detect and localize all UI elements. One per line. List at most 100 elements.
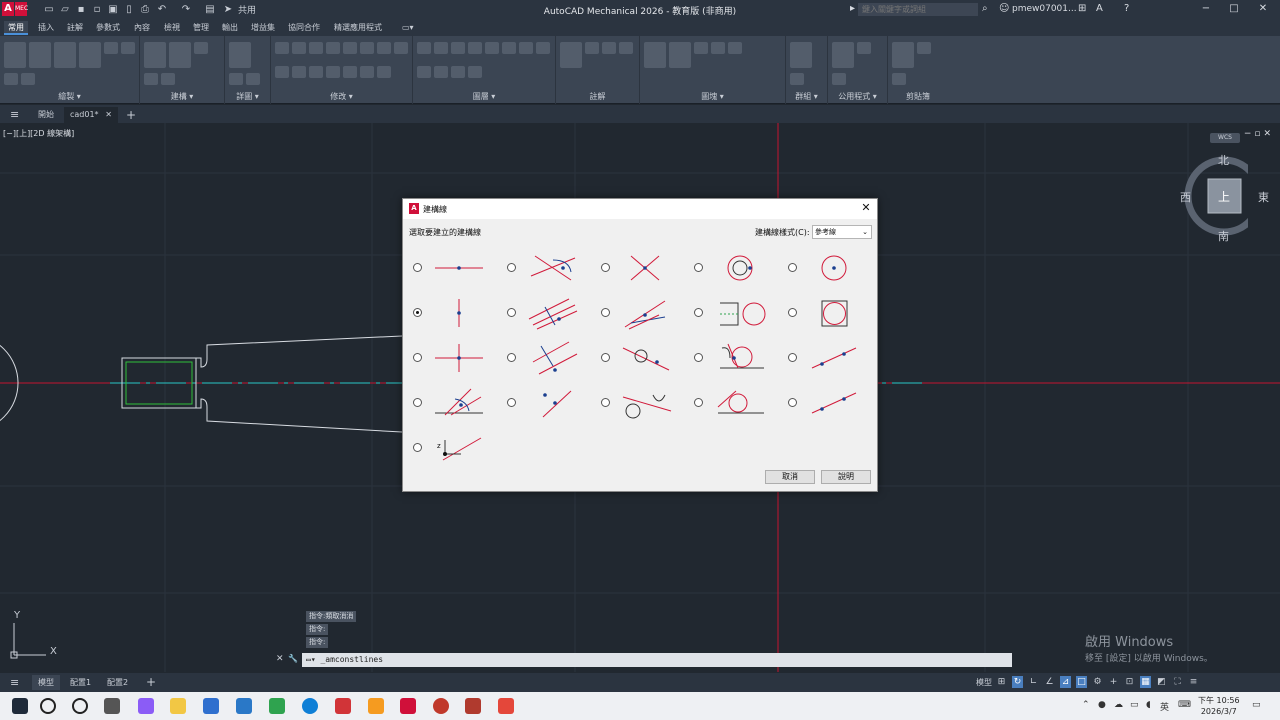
ortho-icon[interactable]: ∟ <box>1028 676 1039 688</box>
notification-icon[interactable]: ▭ <box>1252 700 1261 710</box>
dialog-title-bar[interactable]: A 建構線 ✕ <box>403 199 877 219</box>
save-icon[interactable]: ▪ <box>75 3 87 16</box>
option-radio[interactable] <box>507 308 516 317</box>
app2-icon[interactable] <box>433 698 449 714</box>
option-perpendicular-offset[interactable] <box>507 340 587 376</box>
option-radio[interactable] <box>694 353 703 362</box>
windows-start-icon[interactable] <box>12 698 28 714</box>
tab-home[interactable]: 常用 <box>4 21 28 35</box>
help-button[interactable]: 說明 <box>821 470 871 484</box>
wcs-menu[interactable]: WCS <box>1210 133 1240 143</box>
edge-icon[interactable] <box>302 698 318 714</box>
outlook-icon[interactable] <box>203 698 219 714</box>
panel-title-groups[interactable]: 群組 ▾ <box>786 91 827 102</box>
model-space-toggle[interactable]: 模型 <box>970 675 998 690</box>
cloud-icon[interactable]: ☁ <box>1114 700 1123 710</box>
layer-tools[interactable] <box>417 42 551 86</box>
snap-mode-icon[interactable]: ↻ <box>1012 676 1023 688</box>
option-tangent-circle-base[interactable] <box>694 340 774 376</box>
option-parallel-offset[interactable] <box>507 295 587 331</box>
snipping-icon[interactable] <box>498 698 514 714</box>
web-save-icon[interactable]: ▣ <box>107 3 119 16</box>
detail-tools[interactable] <box>229 42 266 86</box>
option-radio[interactable] <box>601 398 610 407</box>
workspace-switch-icon[interactable]: + <box>1108 676 1119 688</box>
tab-content[interactable]: 內容 <box>130 21 154 35</box>
option-ucs-line[interactable]: z <box>413 430 493 466</box>
panel-title-clipboard[interactable]: 剪貼簿 <box>888 91 948 102</box>
panel-title-annotation[interactable]: 註解 <box>556 91 639 102</box>
option-tangent-circle-line[interactable] <box>694 385 774 421</box>
keyboard-icon[interactable]: ⌨ <box>1178 700 1191 710</box>
task-view-icon[interactable] <box>104 698 120 714</box>
panel-title-layers[interactable]: 圖層 ▾ <box>413 91 555 102</box>
option-line-through-circle[interactable] <box>601 340 681 376</box>
new-file-icon[interactable]: ▭ <box>43 3 55 16</box>
option-radio[interactable] <box>788 308 797 317</box>
option-radio[interactable] <box>694 398 703 407</box>
annotation-scale-icon[interactable]: ⚙ <box>1092 676 1103 688</box>
isodraft-icon[interactable]: ⊿ <box>1060 676 1071 688</box>
units-icon[interactable]: ⊡ <box>1124 676 1135 688</box>
option-cross-lines[interactable] <box>601 250 681 286</box>
clipboard-tools[interactable] <box>892 42 944 86</box>
maximize-button[interactable]: □ <box>1223 2 1245 16</box>
wrench-icon[interactable]: 🔧 <box>288 654 298 663</box>
command-close-icon[interactable]: ✕ <box>276 654 284 664</box>
option-radio-selected[interactable] <box>413 308 422 317</box>
viewcube-south[interactable]: 南 <box>1218 228 1229 244</box>
undo-icon[interactable]: ↶ <box>156 3 168 16</box>
option-radio[interactable] <box>413 353 422 362</box>
panel-title-utilities[interactable]: 公用程式 ▾ <box>828 91 887 102</box>
volume-icon[interactable]: ◖ <box>1146 700 1151 710</box>
viewcube[interactable]: 北 南 西 東 上 <box>1158 151 1269 244</box>
option-radio[interactable] <box>788 353 797 362</box>
tab-featured-apps[interactable]: 精選應用程式 <box>330 21 386 35</box>
ime-indicator[interactable]: 英 <box>1160 700 1169 713</box>
tab-insert[interactable]: 插入 <box>34 21 58 35</box>
modify-tools[interactable] <box>275 42 408 86</box>
user-name[interactable]: pmew07001... <box>1012 4 1077 14</box>
share-button[interactable]: 共用 <box>238 3 256 16</box>
option-horizontal-line[interactable] <box>413 250 493 286</box>
mode-select[interactable]: 參考線 ⌄ <box>812 225 872 239</box>
panel-title-construction[interactable]: 建構 ▾ <box>140 91 224 102</box>
option-tangent-two-circles[interactable] <box>601 385 681 421</box>
tab-annotate[interactable]: 註解 <box>63 21 87 35</box>
mobile-save-icon[interactable]: ▯ <box>123 3 135 16</box>
option-radio[interactable] <box>601 263 610 272</box>
network-icon[interactable]: ▭ <box>1130 700 1139 710</box>
option-circle-center[interactable] <box>788 250 868 286</box>
construction-tools[interactable] <box>144 42 220 86</box>
option-point-offset[interactable] <box>507 385 587 421</box>
quick-properties-icon[interactable]: ▦ <box>1140 676 1151 688</box>
tab-start[interactable]: 開始 <box>32 107 60 123</box>
grid-toggle-icon[interactable]: ⊞ <box>996 676 1007 688</box>
store-icon[interactable] <box>236 698 252 714</box>
command-input[interactable]: ▭▾ _amconstlines <box>302 653 1012 667</box>
layout-tab-model[interactable]: 模型 <box>32 675 60 690</box>
winrar-icon[interactable] <box>465 698 481 714</box>
option-radio[interactable] <box>601 353 610 362</box>
tab-manage[interactable]: 管理 <box>189 21 213 35</box>
expand-arrow-icon[interactable]: ▸ <box>850 3 855 14</box>
file-explorer-icon[interactable] <box>170 698 186 714</box>
group-tools[interactable] <box>790 42 823 86</box>
object-snap-icon[interactable]: □ <box>1076 676 1087 688</box>
copilot-icon[interactable] <box>138 698 154 714</box>
option-radio[interactable] <box>413 263 422 272</box>
option-angle-line[interactable] <box>601 295 681 331</box>
app-logo[interactable]: A <box>2 2 14 16</box>
option-radio[interactable] <box>507 398 516 407</box>
app-icon[interactable] <box>368 698 384 714</box>
panel-title-block[interactable]: 圖塊 ▾ <box>640 91 785 102</box>
layout-menu-icon[interactable]: ≡ <box>4 675 25 690</box>
dialog-close-icon[interactable]: ✕ <box>859 201 873 215</box>
search-input[interactable] <box>858 3 978 16</box>
user-icon[interactable]: ☺ <box>999 3 1009 14</box>
mic-icon[interactable]: ● <box>1098 700 1106 710</box>
cart-icon[interactable]: ⊞ <box>1078 3 1086 14</box>
utility-tools[interactable] <box>832 42 883 86</box>
isolate-objects-icon[interactable]: ◩ <box>1156 676 1167 688</box>
option-radio[interactable] <box>788 398 797 407</box>
